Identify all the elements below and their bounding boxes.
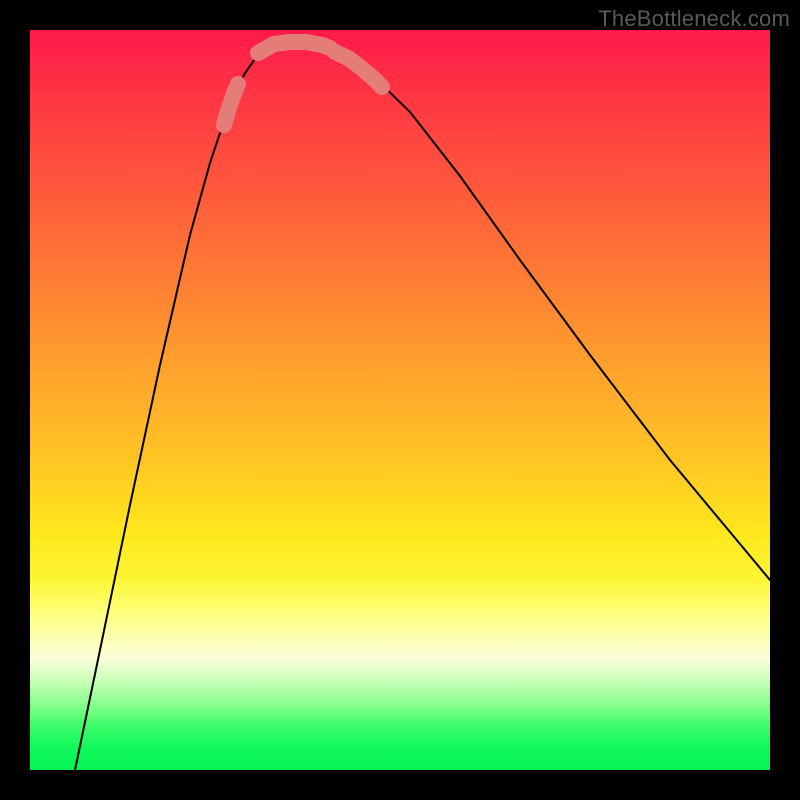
bottom-marker (258, 42, 330, 53)
bottleneck-curve-svg (30, 30, 770, 770)
highlight-markers (224, 42, 382, 125)
outer-frame: TheBottleneck.com (0, 0, 800, 800)
right-marker (335, 52, 382, 87)
bottleneck-curve (75, 41, 770, 770)
watermark-text: TheBottleneck.com (598, 6, 790, 32)
left-marker (224, 84, 238, 125)
plot-area (30, 30, 770, 770)
